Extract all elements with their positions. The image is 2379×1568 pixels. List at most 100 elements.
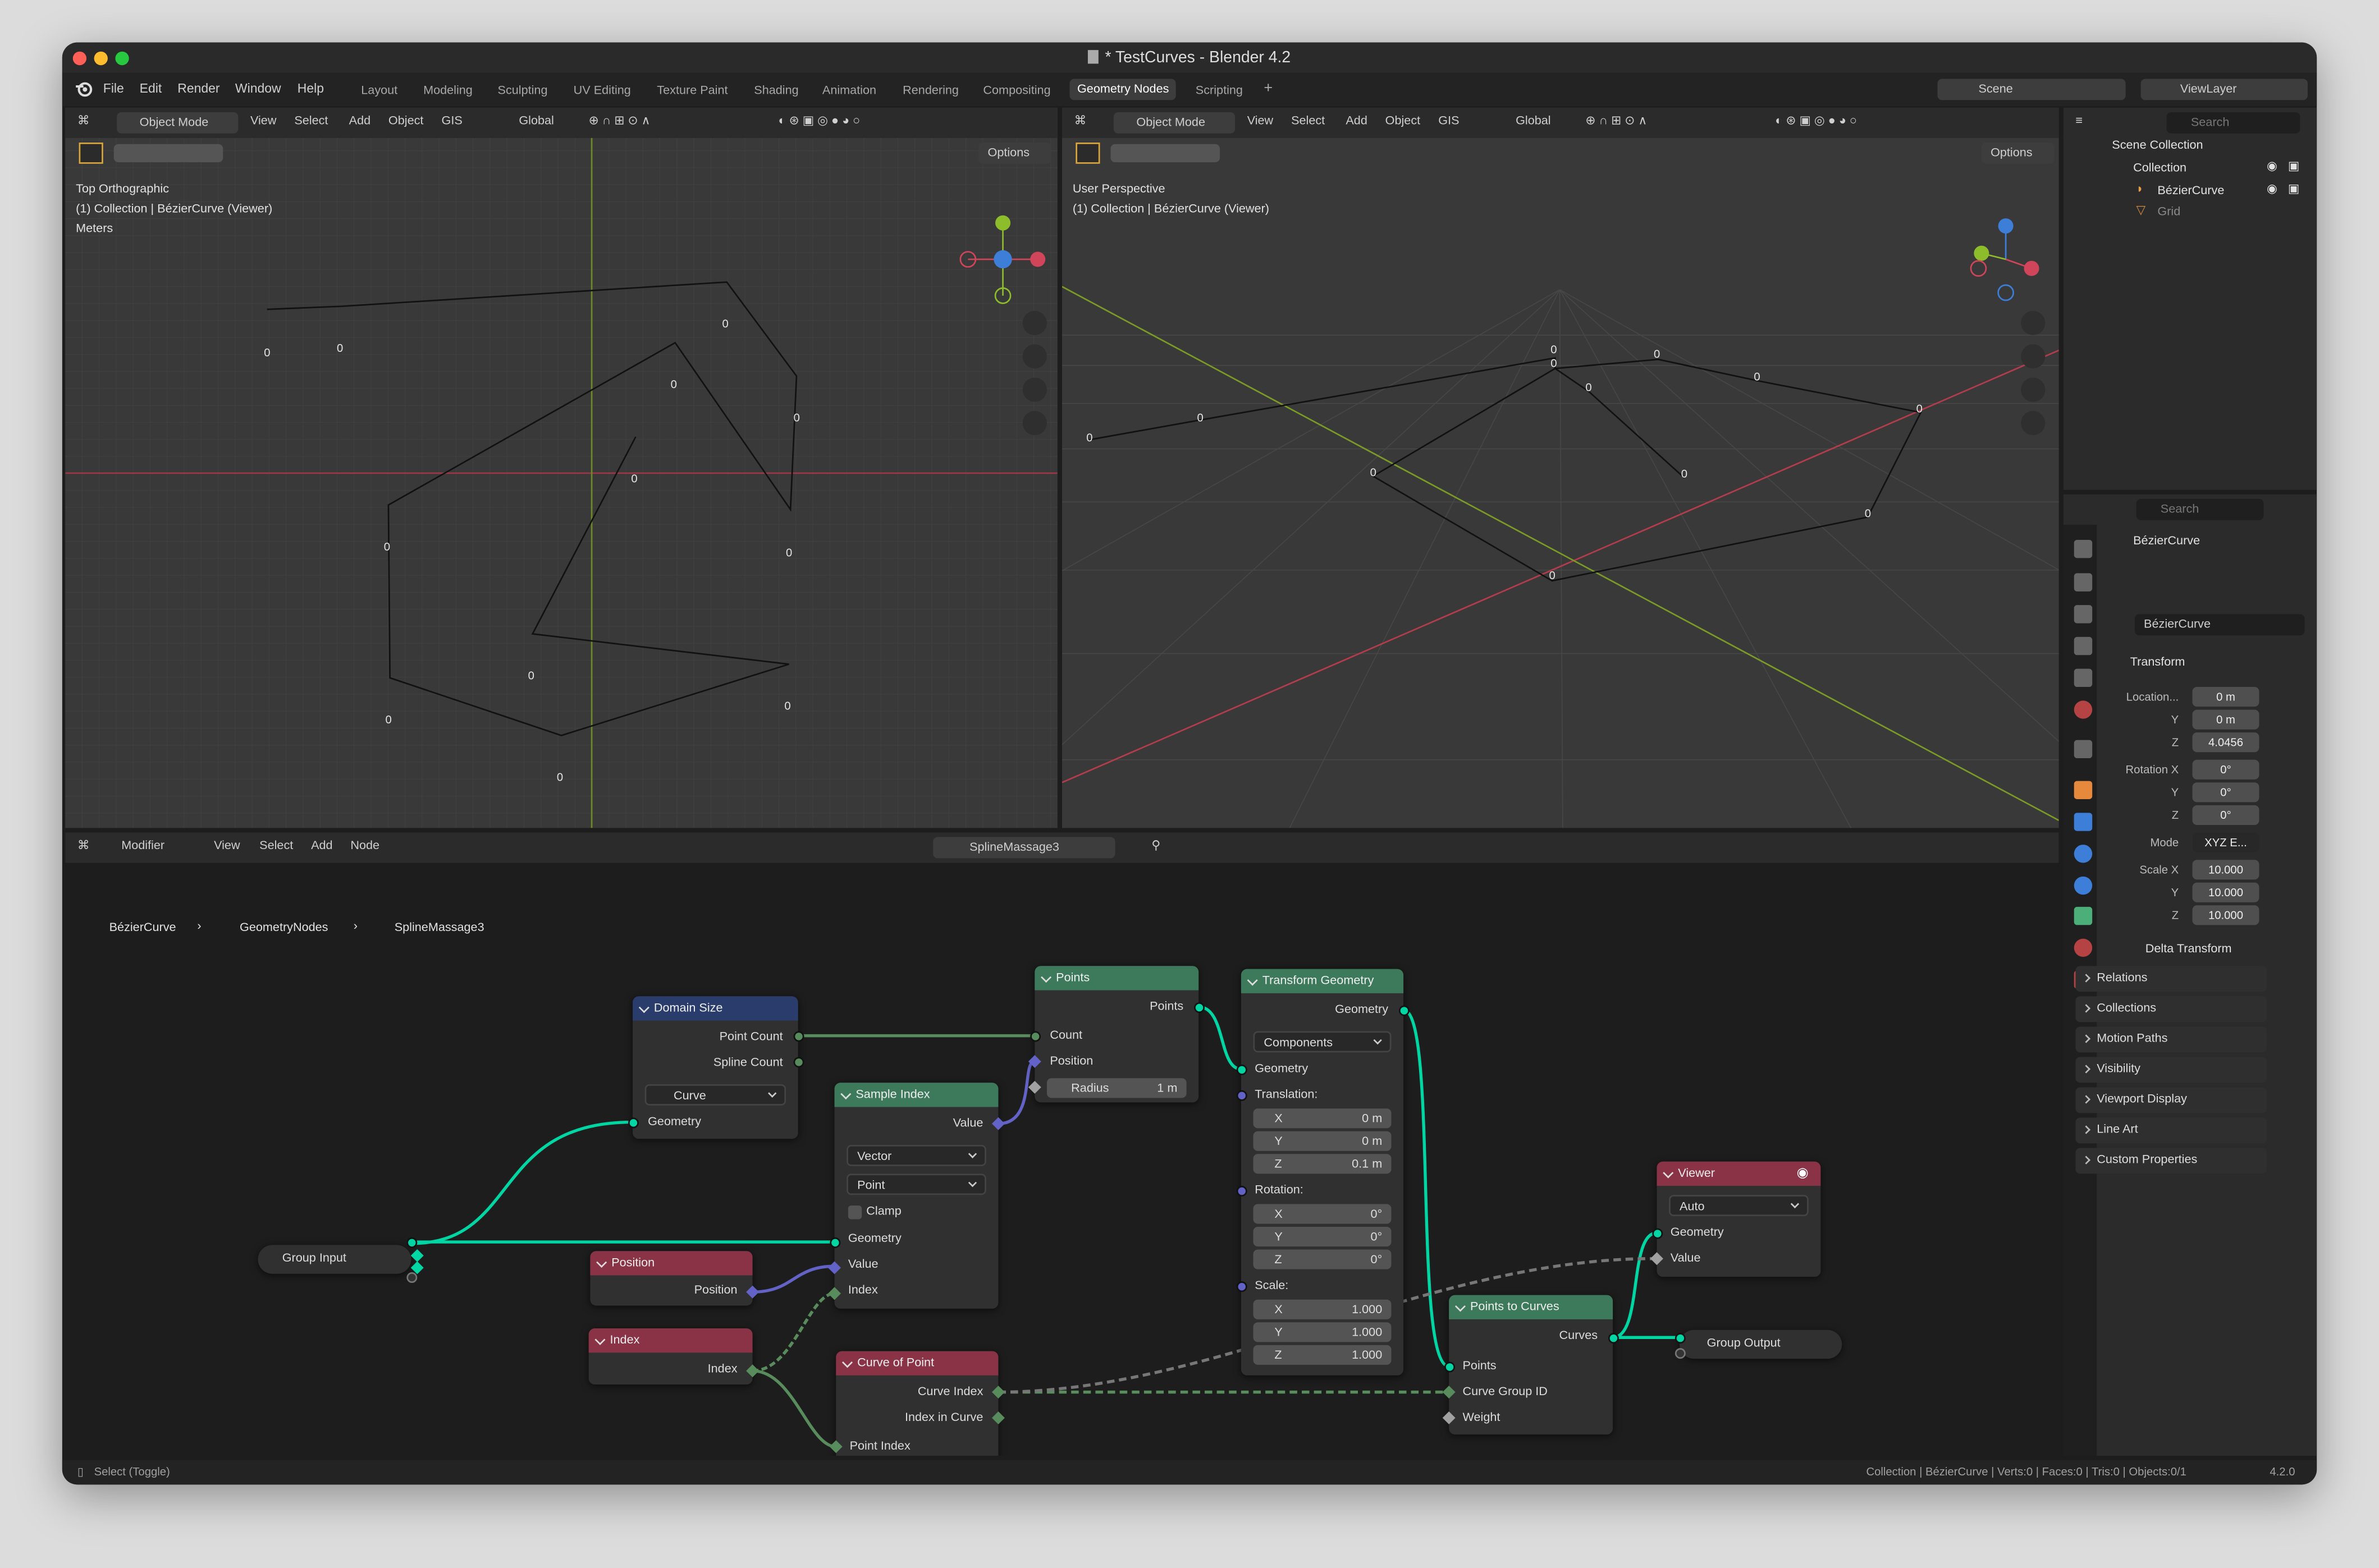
node-index[interactable]: Index Index bbox=[588, 1328, 753, 1385]
blender-logo-icon[interactable] bbox=[74, 80, 93, 97]
line-art-panel[interactable]: Line Art bbox=[2075, 1117, 2267, 1144]
camera-icon[interactable] bbox=[2021, 377, 2046, 402]
modifier-tab-icon[interactable] bbox=[2074, 813, 2093, 831]
menu-render[interactable]: Render bbox=[177, 80, 219, 95]
visibility-eye-icon[interactable]: ◉ bbox=[2267, 182, 2277, 195]
collection-tab-icon[interactable] bbox=[2074, 740, 2093, 759]
orientation-dropdown[interactable]: Global bbox=[519, 114, 554, 127]
view-layer-tab-icon[interactable] bbox=[2074, 636, 2093, 655]
viewport-top-ortho[interactable]: ⌘ Object Mode View Select Add Object GIS… bbox=[65, 107, 1058, 828]
tab-rendering[interactable]: Rendering bbox=[903, 84, 959, 97]
menu-help[interactable]: Help bbox=[298, 80, 324, 95]
rotation-y-field[interactable]: 0° bbox=[2192, 782, 2259, 803]
delta-transform-subpanel[interactable]: Delta Transform bbox=[2145, 942, 2232, 955]
select-box-modes[interactable] bbox=[113, 144, 223, 163]
visibility-eye-icon[interactable]: ◉ bbox=[2267, 159, 2277, 173]
menu-add[interactable]: Add bbox=[349, 114, 370, 127]
properties-search[interactable]: Search bbox=[2136, 498, 2264, 520]
orientation-dropdown[interactable]: Global bbox=[1516, 114, 1551, 127]
node-position[interactable]: Position Position bbox=[590, 1251, 753, 1306]
translation-z-field[interactable]: Z 0.1 m bbox=[1253, 1154, 1392, 1174]
render-camera-icon[interactable]: ▣ bbox=[2288, 159, 2299, 173]
rotation-y-field[interactable]: Y 0° bbox=[1253, 1226, 1392, 1247]
physics-tab-icon[interactable] bbox=[2074, 876, 2093, 895]
translation-y-field[interactable]: Y0 m bbox=[1253, 1131, 1392, 1151]
zoom-icon[interactable] bbox=[2021, 310, 2046, 336]
minimize-window-button[interactable] bbox=[94, 51, 108, 66]
menu-file[interactable]: File bbox=[103, 80, 124, 95]
transform-mode-dropdown[interactable]: Components bbox=[1253, 1031, 1392, 1053]
options-dropdown[interactable]: Options bbox=[1981, 142, 2055, 164]
render-camera-icon[interactable]: ▣ bbox=[2288, 182, 2299, 195]
grid-toggle-icon[interactable] bbox=[1022, 411, 1047, 435]
node-group-input[interactable]: Group Input bbox=[258, 1245, 411, 1274]
outliner-scene-collection[interactable]: Scene Collection bbox=[2112, 138, 2203, 152]
scale-z-field[interactable]: Z 1.000 bbox=[1253, 1345, 1392, 1365]
navigation-gizmo[interactable] bbox=[1963, 211, 2048, 308]
menu-gis[interactable]: GIS bbox=[442, 114, 463, 127]
snapping-icon[interactable]: ⊕ ∩ ⊞ ⊙ ∧ bbox=[1585, 114, 1647, 127]
world-tab-icon[interactable] bbox=[2074, 700, 2093, 719]
rotation-z-field[interactable]: Z 0° bbox=[1253, 1249, 1392, 1269]
rotation-x-field[interactable]: X 0° bbox=[1253, 1204, 1392, 1224]
menu-object[interactable]: Object bbox=[1385, 114, 1421, 127]
zoom-window-button[interactable] bbox=[115, 51, 129, 66]
tab-geometry-nodes[interactable]: Geometry Nodes bbox=[1069, 79, 1177, 100]
custom-properties-panel[interactable]: Custom Properties bbox=[2075, 1148, 2267, 1174]
collections-panel[interactable]: Collections bbox=[2075, 996, 2267, 1023]
tool-tab-icon[interactable] bbox=[2074, 539, 2093, 558]
menu-add[interactable]: Add bbox=[1346, 114, 1367, 127]
pan-hand-icon[interactable] bbox=[2021, 344, 2046, 369]
node-viewer[interactable]: Viewer ◉ Auto Geometry Value bbox=[1657, 1161, 1821, 1277]
translation-x-field[interactable]: X0 m bbox=[1253, 1108, 1392, 1129]
mode-dropdown[interactable]: Object Mode bbox=[117, 112, 239, 134]
editor-type-icon[interactable]: ⌘ bbox=[1074, 114, 1087, 127]
object-tab-icon[interactable] bbox=[2074, 781, 2093, 800]
menu-gis[interactable]: GIS bbox=[1438, 114, 1459, 127]
data-type-dropdown[interactable]: Vector bbox=[847, 1145, 986, 1166]
menu-select[interactable]: Select bbox=[294, 114, 328, 127]
domain-dropdown[interactable]: Point bbox=[847, 1173, 986, 1195]
viewport-display-panel[interactable]: Viewport Display bbox=[2075, 1087, 2267, 1113]
data-tab-icon[interactable] bbox=[2074, 938, 2093, 957]
visibility-panel[interactable]: Visibility bbox=[2075, 1057, 2267, 1083]
radius-field[interactable]: Radius 1 m bbox=[1046, 1078, 1187, 1098]
relations-panel[interactable]: Relations bbox=[2075, 966, 2267, 992]
node-transform-geometry[interactable]: Transform Geometry Geometry Components G… bbox=[1241, 969, 1404, 1376]
constraints-tab-icon[interactable] bbox=[2074, 906, 2093, 925]
object-data-name-field[interactable]: BézierCurve bbox=[2134, 614, 2305, 636]
pan-hand-icon[interactable] bbox=[1022, 344, 1047, 369]
select-box-modes[interactable] bbox=[1110, 144, 1220, 163]
menu-select[interactable]: Select bbox=[1291, 114, 1325, 127]
zoom-icon[interactable] bbox=[1022, 310, 1047, 336]
options-dropdown[interactable]: Options bbox=[978, 142, 1052, 164]
scale-y-field[interactable]: Y 1.000 bbox=[1253, 1322, 1392, 1342]
navigation-gizmo[interactable] bbox=[957, 211, 1048, 308]
outliner-editor-icon[interactable]: ≡ bbox=[2075, 114, 2083, 127]
outliner-search[interactable]: Search bbox=[2166, 112, 2300, 134]
editor-type-icon[interactable]: ⌘ bbox=[77, 114, 90, 127]
tab-layout[interactable]: Layout bbox=[361, 84, 397, 97]
shading-icons[interactable]: ◐ ⊛ ▣ ◎ ● ◕ ○ bbox=[779, 114, 861, 127]
tab-compositing[interactable]: Compositing bbox=[983, 84, 1050, 97]
menu-window[interactable]: Window bbox=[235, 80, 281, 95]
rotation-x-field[interactable]: 0° bbox=[2192, 759, 2259, 780]
location-y-field[interactable]: 0 m bbox=[2192, 709, 2259, 730]
view-layer-selector[interactable]: ViewLayer bbox=[2140, 79, 2308, 100]
outliner-item-beziercurve[interactable]: BézierCurve bbox=[2157, 184, 2224, 197]
tab-texture-paint[interactable]: Texture Paint bbox=[657, 84, 728, 97]
select-mode-toolbar[interactable] bbox=[1076, 142, 1100, 164]
node-points-to-curves[interactable]: Points to Curves Curves Points Curve Gro… bbox=[1449, 1295, 1613, 1435]
scale-x-field[interactable]: 10.000 bbox=[2192, 860, 2259, 880]
viewer-eye-icon[interactable]: ◉ bbox=[1796, 1164, 1808, 1181]
tab-sculpting[interactable]: Sculpting bbox=[498, 84, 548, 97]
motion-paths-panel[interactable]: Motion Paths bbox=[2075, 1026, 2267, 1053]
scale-x-field[interactable]: X 1.000 bbox=[1253, 1299, 1392, 1319]
output-tab-icon[interactable] bbox=[2074, 605, 2093, 623]
transform-panel-header[interactable]: Transform bbox=[2130, 655, 2185, 668]
render-tab-icon[interactable] bbox=[2074, 573, 2093, 592]
add-workspace-icon[interactable]: + bbox=[1264, 80, 1273, 97]
perspective-toggle-icon[interactable] bbox=[2021, 411, 2046, 435]
domain-dropdown[interactable]: Curve bbox=[644, 1084, 786, 1106]
node-group-output[interactable]: Group Output bbox=[1679, 1329, 1842, 1359]
